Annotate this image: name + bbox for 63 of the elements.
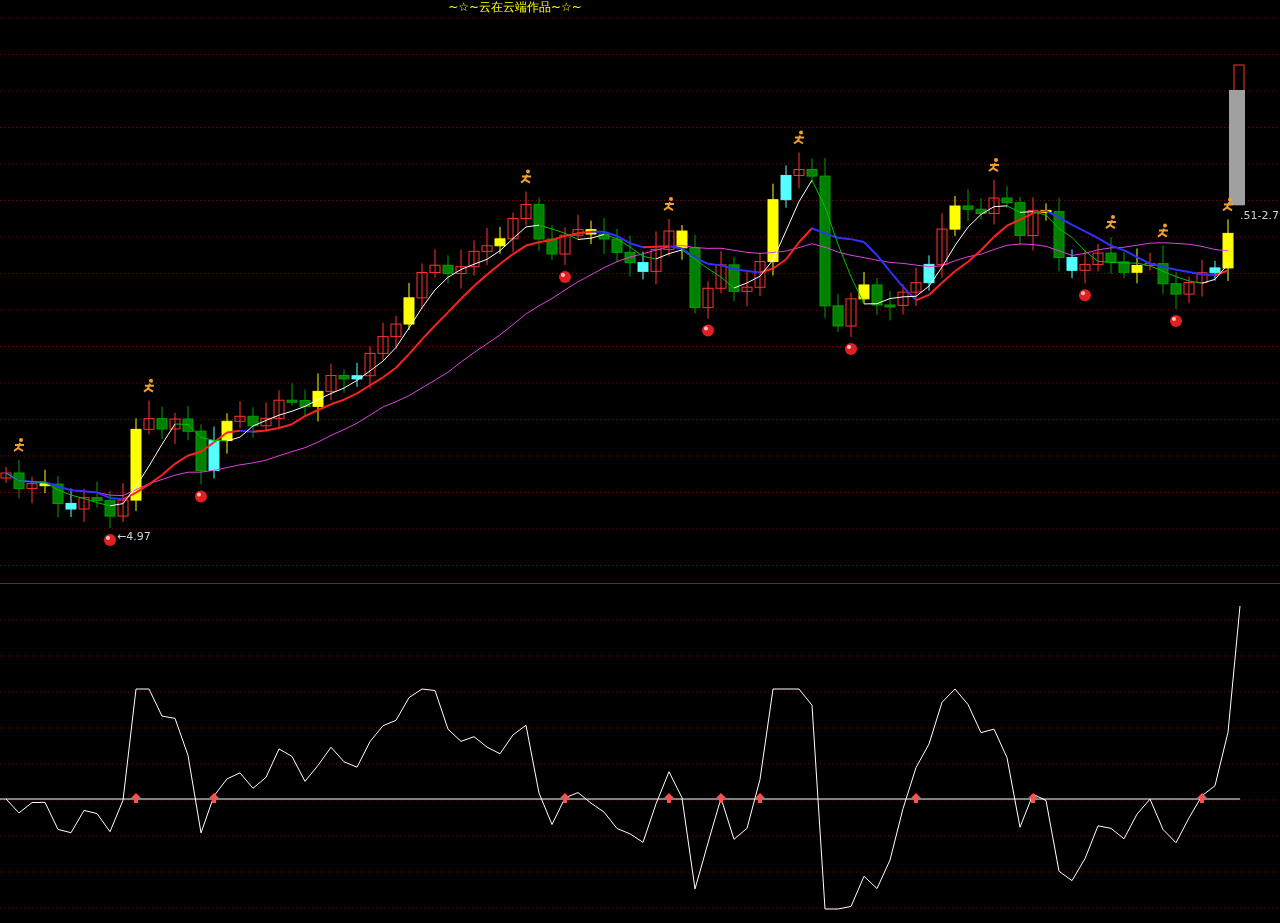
candlestick xyxy=(377,322,389,361)
candlestick xyxy=(403,282,415,331)
candlestick xyxy=(663,218,675,257)
candlestick xyxy=(715,250,727,294)
ball-marker-icon xyxy=(1079,289,1091,302)
runner-icon xyxy=(793,130,805,145)
runner-icon xyxy=(1222,197,1234,212)
candlestick xyxy=(1118,251,1130,279)
candlestick xyxy=(169,412,181,445)
candlestick xyxy=(260,401,272,433)
runner-icon xyxy=(1157,223,1169,238)
runner-icon xyxy=(520,169,532,184)
runner-icon xyxy=(143,378,155,393)
candlestick xyxy=(1183,276,1195,304)
candlestick xyxy=(455,249,467,290)
candlestick xyxy=(741,271,753,307)
up-arrow-icon xyxy=(716,793,726,803)
up-arrow-icon xyxy=(1197,793,1207,803)
candlestick xyxy=(910,267,922,307)
up-arrow-icon xyxy=(560,793,570,803)
runner-icon xyxy=(13,438,25,452)
up-arrow-icon xyxy=(664,793,674,803)
candlestick xyxy=(91,481,103,509)
price-label: .51-2.7 xyxy=(1240,209,1279,222)
candlestick xyxy=(26,476,38,504)
candlestick xyxy=(884,290,896,321)
ball-marker-icon xyxy=(1170,315,1182,328)
candlestick xyxy=(897,283,909,315)
candlestick xyxy=(247,406,259,439)
candlestick xyxy=(78,488,90,523)
candlestick xyxy=(1170,271,1182,310)
candlestick xyxy=(104,490,116,529)
up-arrow-icon xyxy=(1028,793,1038,803)
candlestick xyxy=(793,152,805,189)
candlestick xyxy=(442,254,454,285)
candlestick xyxy=(390,315,402,350)
chart-title: ~☆~云在云端作品~☆~ xyxy=(448,0,582,14)
ball-marker-icon xyxy=(845,343,857,355)
candlestick xyxy=(1079,248,1091,284)
up-arrow-icon xyxy=(911,793,921,803)
up-arrow-icon xyxy=(209,793,219,803)
ball-marker-icon xyxy=(195,490,207,503)
price-label: ←4.97 xyxy=(117,530,151,543)
candlestick xyxy=(1105,236,1117,275)
candlestick xyxy=(858,271,870,305)
runner-icon xyxy=(988,158,1000,173)
candlestick xyxy=(871,277,883,316)
candlestick xyxy=(468,239,480,277)
candlestick xyxy=(208,426,220,480)
ball-marker-icon xyxy=(104,534,116,547)
ball-marker-icon xyxy=(702,324,714,337)
runner-icon xyxy=(1105,215,1117,230)
up-arrow-icon xyxy=(131,793,141,803)
candlestick xyxy=(481,227,493,266)
candlestick xyxy=(1092,243,1104,272)
ball-marker-icon xyxy=(559,271,571,283)
runner-icon xyxy=(663,197,675,212)
candlestick xyxy=(156,406,168,440)
candlestick xyxy=(845,292,857,338)
candlestick xyxy=(65,487,77,518)
up-arrow-icon xyxy=(755,793,765,803)
candlestick xyxy=(728,256,740,302)
candlestick xyxy=(611,228,623,262)
